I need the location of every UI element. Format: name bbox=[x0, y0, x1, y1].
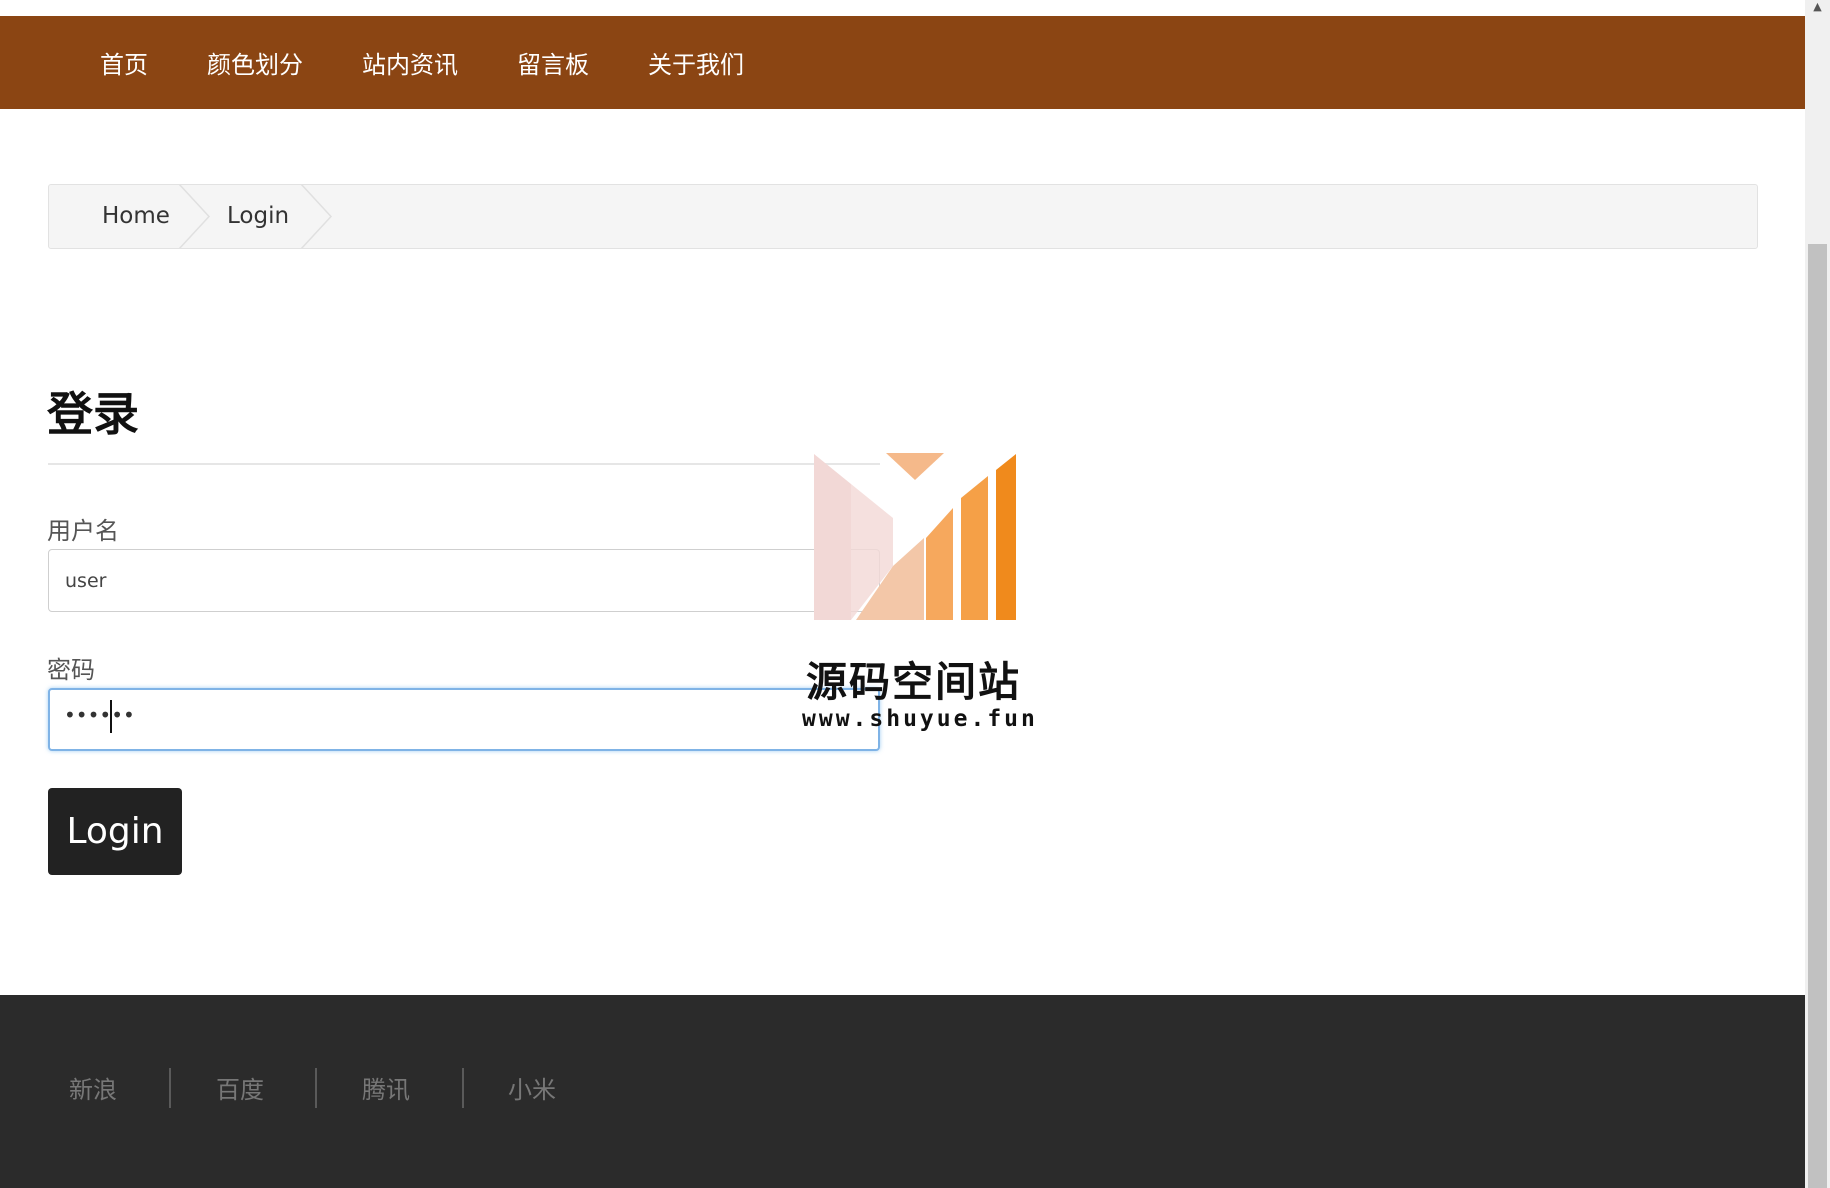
footer-divider bbox=[462, 1068, 464, 1108]
text-caret bbox=[110, 700, 112, 733]
password-masked-value: •••••• bbox=[64, 703, 135, 727]
breadcrumb: Home Login bbox=[48, 184, 1758, 249]
breadcrumb-login[interactable]: Login bbox=[227, 185, 289, 248]
scroll-up-arrow-icon[interactable]: ▲ bbox=[1805, 0, 1830, 14]
username-label: 用户名 bbox=[47, 517, 119, 545]
breadcrumb-separator-icon bbox=[300, 185, 333, 248]
footer-link-sina[interactable]: 新浪 bbox=[69, 1070, 117, 1105]
page-footer bbox=[0, 995, 1805, 1188]
footer-divider bbox=[315, 1068, 317, 1108]
login-button[interactable]: Login bbox=[48, 788, 182, 875]
nav-item-guestbook[interactable]: 留言板 bbox=[517, 45, 589, 80]
footer-divider bbox=[169, 1068, 171, 1108]
footer-link-baidu[interactable]: 百度 bbox=[216, 1070, 264, 1105]
footer-link-tencent[interactable]: 腾讯 bbox=[362, 1070, 410, 1105]
page-title: 登录 bbox=[47, 387, 139, 441]
scrollbar-thumb[interactable] bbox=[1808, 244, 1827, 1188]
breadcrumb-home[interactable]: Home bbox=[102, 185, 170, 248]
password-input[interactable] bbox=[48, 688, 880, 751]
nav-item-news[interactable]: 站内资讯 bbox=[362, 45, 458, 80]
username-input[interactable] bbox=[48, 549, 880, 612]
nav-item-home[interactable]: 首页 bbox=[100, 45, 148, 80]
nav-item-colors[interactable]: 颜色划分 bbox=[207, 45, 303, 80]
footer-link-xiaomi[interactable]: 小米 bbox=[508, 1070, 556, 1105]
breadcrumb-separator-icon bbox=[178, 185, 211, 248]
password-label: 密码 bbox=[47, 656, 95, 684]
watermark-title: 源码空间站 bbox=[806, 658, 1021, 706]
watermark-url: www.shuyue.fun bbox=[802, 706, 1038, 732]
main-navbar: 首页 颜色划分 站内资讯 留言板 关于我们 bbox=[0, 16, 1805, 109]
top-strip bbox=[0, 0, 1805, 16]
nav-item-about[interactable]: 关于我们 bbox=[648, 45, 744, 80]
title-divider bbox=[48, 463, 880, 465]
